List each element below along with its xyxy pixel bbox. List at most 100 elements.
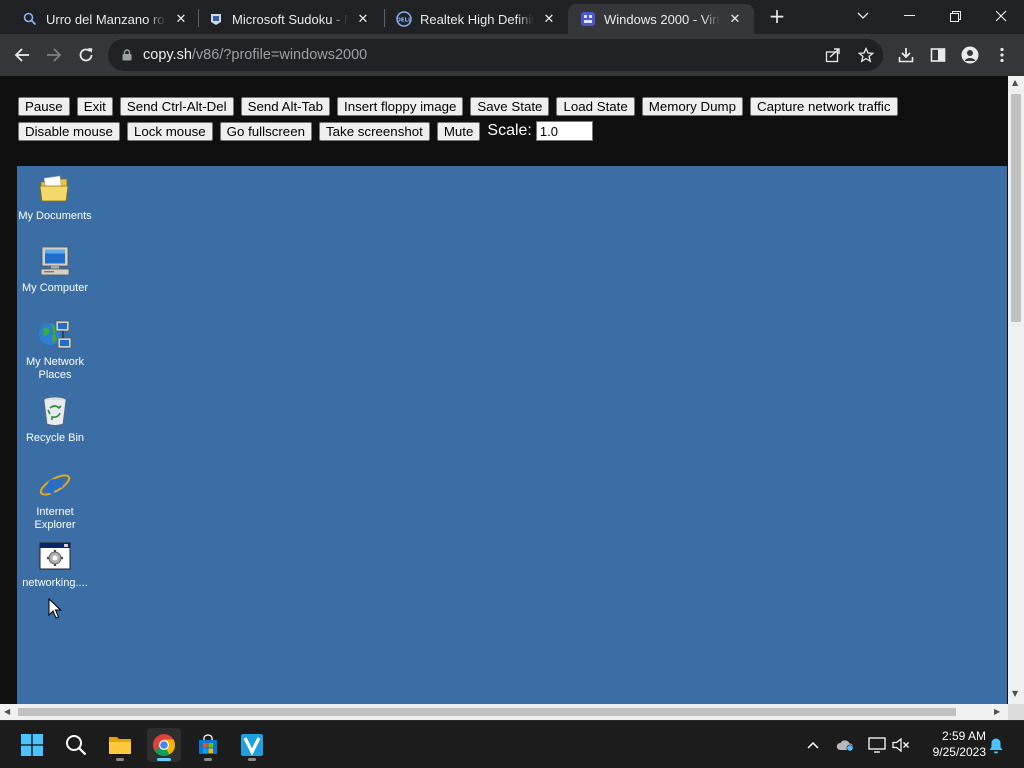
memory-dump-button[interactable]: Memory Dump [641, 97, 743, 116]
search-icon [22, 11, 38, 27]
setup-program-icon [38, 539, 72, 573]
pause-button[interactable]: Pause [18, 97, 70, 116]
download-icon[interactable] [892, 41, 920, 69]
taskbar-file-explorer[interactable] [103, 728, 137, 762]
desktop-icon-recycle-bin[interactable]: Recycle Bin [17, 394, 93, 445]
desktop-icon-my-documents[interactable]: My Documents [17, 172, 93, 223]
save-state-button[interactable]: Save State [470, 97, 550, 116]
sudoku-icon [208, 11, 224, 27]
desktop-icon-label: My Computer [21, 282, 89, 294]
tab-urro-del-manzano[interactable]: Urro del Manzano rock ✕ [10, 4, 200, 34]
microsoft-store-icon [199, 734, 217, 754]
scale-input[interactable] [535, 121, 593, 141]
exit-button[interactable]: Exit [76, 97, 113, 116]
chrome-icon [153, 734, 175, 756]
vertical-scroll-thumb[interactable] [1011, 94, 1021, 322]
desktop-icon-label: My Documents [18, 210, 92, 222]
close-tab-icon[interactable]: ✕ [354, 10, 372, 28]
notification-bell-icon[interactable] [986, 735, 1006, 755]
dell-icon: DELL [396, 11, 412, 27]
desktop-icon-networking-setup[interactable]: networking.... [17, 539, 93, 590]
mouse-cursor-icon [48, 598, 62, 619]
tab-microsoft-sudoku[interactable]: Microsoft Sudoku - New ✕ [196, 4, 382, 34]
desktop-icon-label: Recycle Bin [25, 432, 85, 444]
browser-toolbar: copy.sh/v86/?profile=windows2000 [0, 34, 1024, 76]
control-row-2: Disable mouse Lock mouse Go fullscreen T… [18, 121, 593, 141]
scroll-up-arrow-icon[interactable]: ▲ [1012, 78, 1018, 87]
vm-screen[interactable]: My Documents My Computer My Network Plac… [17, 166, 1007, 704]
desktop-icon-label: My Network Places [25, 356, 85, 381]
mute-button[interactable]: Mute [436, 121, 481, 141]
tab-title: Realtek High Definition [420, 11, 534, 27]
tab-title: Windows 2000 - Virtual [604, 11, 720, 27]
send-alt-tab-button[interactable]: Send Alt-Tab [240, 97, 331, 116]
horizontal-scroll-thumb[interactable] [18, 708, 956, 716]
svg-text:e: e [46, 468, 64, 501]
share-icon[interactable] [823, 45, 843, 65]
send-ctrl-alt-del-button[interactable]: Send Ctrl-Alt-Del [119, 97, 234, 116]
tab-realtek[interactable]: DELL Realtek High Definition ✕ [384, 4, 568, 34]
profile-avatar-icon[interactable] [956, 41, 984, 69]
close-tab-icon[interactable]: ✕ [726, 10, 744, 28]
display-icon[interactable] [867, 735, 887, 755]
close-tab-icon[interactable]: ✕ [172, 10, 190, 28]
back-button[interactable] [8, 41, 36, 69]
running-indicator [248, 758, 256, 761]
load-state-button[interactable]: Load State [556, 97, 635, 116]
tab-title: Urro del Manzano rock [46, 11, 166, 27]
taskbar-clock[interactable]: 2:59 AM 9/25/2023 [920, 728, 986, 760]
taskbar-microsoft-store[interactable] [191, 728, 225, 762]
tab-windows-2000[interactable]: Windows 2000 - Virtual ✕ [568, 4, 754, 34]
running-indicator [204, 758, 212, 761]
start-icon [21, 734, 43, 756]
desktop-icon-my-computer[interactable]: My Computer [17, 244, 93, 295]
show-hidden-icons-icon[interactable] [803, 735, 823, 755]
taskbar-vmware[interactable] [235, 728, 269, 762]
horizontal-scrollbar[interactable]: ◀ ▶ [0, 704, 1008, 720]
scroll-left-arrow-icon[interactable]: ◀ [4, 707, 10, 716]
tab-strip: Urro del Manzano rock ✕ Microsoft Sudoku… [0, 0, 1024, 34]
start-button[interactable] [15, 728, 49, 762]
taskbar-chrome[interactable] [147, 728, 181, 762]
restore-button[interactable] [932, 0, 978, 32]
browser-menu-icon[interactable] [988, 41, 1016, 69]
capture-network-traffic-button[interactable]: Capture network traffic [749, 97, 898, 116]
bookmark-star-icon[interactable] [856, 45, 876, 65]
vertical-scrollbar[interactable]: ▲ ▼ [1008, 76, 1024, 704]
scroll-right-arrow-icon[interactable]: ▶ [994, 707, 1000, 716]
network-places-icon [38, 318, 72, 352]
recycle-bin-icon [38, 394, 72, 428]
lock-icon[interactable] [120, 48, 134, 62]
url-path: /v86/?profile=windows2000 [191, 47, 368, 63]
speaker-muted-icon[interactable] [891, 735, 911, 755]
lock-mouse-button[interactable]: Lock mouse [126, 121, 213, 141]
minimize-button[interactable] [886, 0, 932, 32]
forward-button[interactable] [40, 41, 68, 69]
close-window-button[interactable] [978, 0, 1024, 32]
disable-mouse-button[interactable]: Disable mouse [18, 121, 120, 141]
reload-button[interactable] [72, 41, 100, 69]
new-tab-button[interactable]: + [766, 6, 788, 28]
clock-time: 2:59 AM [941, 729, 986, 743]
control-row-1: Pause Exit Send Ctrl-Alt-Del Send Alt-Ta… [18, 97, 905, 116]
onedrive-icon[interactable] [835, 735, 855, 755]
taskbar-search-button[interactable] [59, 728, 93, 762]
desktop-icon-my-network-places[interactable]: My Network Places [17, 318, 93, 382]
v86-icon [580, 11, 596, 27]
tab-search-chevron-icon[interactable] [840, 0, 886, 32]
clock-date: 9/25/2023 [932, 745, 986, 759]
close-tab-icon[interactable]: ✕ [540, 10, 558, 28]
running-indicator [157, 758, 171, 761]
address-bar[interactable]: copy.sh/v86/?profile=windows2000 [108, 39, 883, 71]
go-fullscreen-button[interactable]: Go fullscreen [219, 121, 312, 141]
my-computer-icon [38, 244, 72, 278]
page-content: Pause Exit Send Ctrl-Alt-Del Send Alt-Ta… [0, 76, 1008, 704]
scroll-down-arrow-icon[interactable]: ▼ [1012, 689, 1018, 698]
running-indicator [116, 758, 124, 761]
scrollbar-corner [1008, 704, 1024, 720]
insert-floppy-button[interactable]: Insert floppy image [337, 97, 464, 116]
desktop-icon-internet-explorer[interactable]: e Internet Explorer [17, 468, 93, 532]
take-screenshot-button[interactable]: Take screenshot [319, 121, 430, 141]
url-text[interactable]: copy.sh/v86/?profile=windows2000 [143, 47, 367, 63]
side-panel-icon[interactable] [924, 41, 952, 69]
